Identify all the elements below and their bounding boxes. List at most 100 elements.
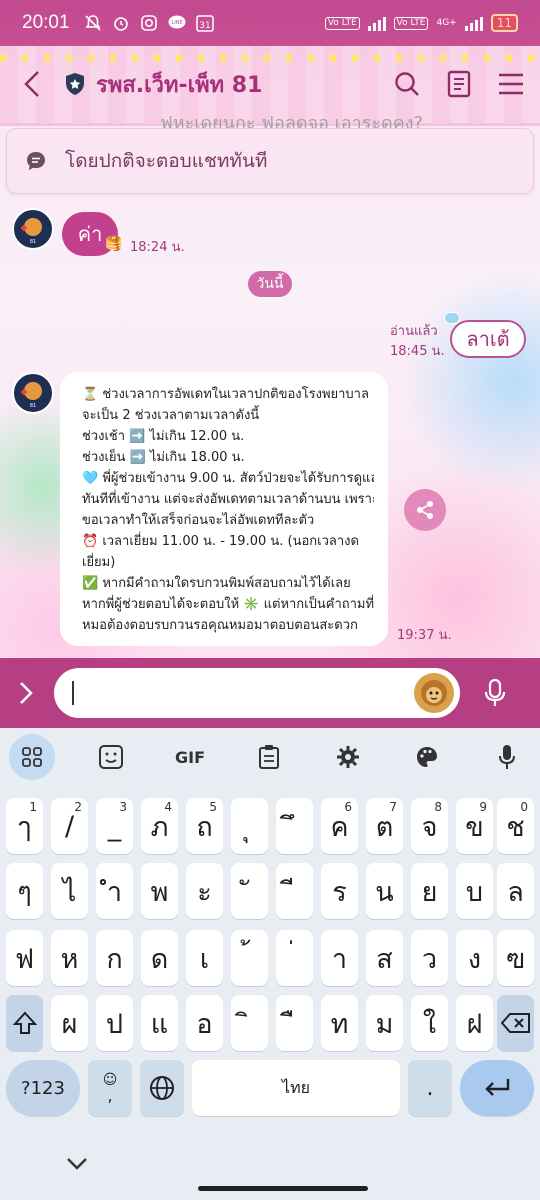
key[interactable]: ใ [411,995,448,1051]
key[interactable]: บ [456,863,493,919]
message-line: 🩵 พี่ผู้ช่วยเข้างาน 9.00 น. สัตว์ป่วยจะไ… [82,471,374,486]
key[interactable]: ้ [231,930,268,986]
expand-chevron-icon[interactable] [12,673,40,713]
key[interactable]: ั [231,863,268,919]
text-cursor [72,681,74,705]
key[interactable]: ถ5 [186,798,223,854]
key[interactable]: ฟ [6,930,43,986]
key[interactable]: ไ [51,863,88,919]
key[interactable]: ุ [231,798,268,854]
key[interactable]: ิ [231,995,268,1051]
key[interactable]: /2 [51,798,88,854]
battery-indicator: 11 [490,14,518,32]
menu-icon[interactable] [496,69,526,99]
macaron-sticker-icon [444,312,460,324]
message-line: ช่วงเย็น ➡️ ไม่เกิน 18.00 น. [82,450,245,465]
sticker-face-icon[interactable] [88,734,134,780]
key[interactable]: ผ [51,995,88,1051]
key[interactable]: ป [96,995,133,1051]
key[interactable]: ด [141,930,178,986]
key[interactable]: ค6 [321,798,358,854]
calendar-icon: 31 [194,13,216,33]
key[interactable]: อ [186,995,223,1051]
shift-key[interactable] [6,995,43,1051]
key[interactable]: ึ [276,798,313,854]
key[interactable]: ว [411,930,448,986]
svg-text:LINE: LINE [171,20,182,26]
emoji-comma-key[interactable]: ☺ , [88,1060,132,1116]
key[interactable]: ร [321,863,358,919]
voice-input-icon[interactable] [484,734,530,780]
instagram-icon [138,13,160,33]
key[interactable]: ก [96,930,133,986]
chat-bubble-icon [25,150,47,172]
hide-keyboard-chevron-icon[interactable] [62,1152,92,1176]
key[interactable]: ื [276,995,313,1051]
key[interactable]: ย [411,863,448,919]
message-bubble-incoming-long[interactable]: ⏳ ช่วงเวลาการอัพเดทในเวลาปกติของโรงพยาบา… [60,372,388,646]
svg-text:81: 81 [30,239,36,245]
backspace-key[interactable] [497,995,534,1051]
message-line: ✅ หากมีคำถามใดรบกวนพิมพ์สอบถามไว้ได้เลย [82,576,351,591]
key[interactable]: า [321,930,358,986]
message-line: ⏰ เวลาเยี่ยม 11.00 น. - 19.00 น. (นอกเวล… [82,534,359,549]
key[interactable]: ๆ [6,863,43,919]
numbers-key[interactable]: ?123 [6,1060,80,1116]
keyboard: GIF ๅ1 /2 _3 ภ4 ถ5 ุ ึ ค6 ต7 จ8 ข9 ช0 ๆ … [0,728,540,1200]
key[interactable]: ม [366,995,403,1051]
date-separator: วันนี้ [248,271,292,297]
key[interactable]: _ 3 [96,798,133,854]
shop-avatar[interactable]: 81 [12,208,54,250]
gif-button[interactable]: GIF [167,734,213,780]
key[interactable]: ส [366,930,403,986]
message-line: ⏳ ช่วงเวลาการอัพเดทในเวลาปกติของโรงพยาบา… [82,387,369,402]
chat-title[interactable]: รพส.เว็ท-เพ็ท 81 [96,67,262,102]
enter-key[interactable] [460,1060,534,1116]
key[interactable]: จ8 [411,798,448,854]
key[interactable]: ๅ1 [6,798,43,854]
key[interactable]: ล [497,863,534,919]
apps-grid-icon[interactable] [9,734,55,780]
key[interactable]: ช0 [497,798,534,854]
key[interactable]: ข9 [456,798,493,854]
key[interactable]: แ [141,995,178,1051]
shift-arrow-icon [12,1011,37,1034]
key[interactable]: ฝ [456,995,493,1051]
message-line: หากพี่ผู้ช่วยตอบได้จะตอบให้ ✳️ แต่หากเป็… [82,597,374,612]
shop-avatar[interactable]: 81 [12,372,54,414]
key[interactable]: เ [186,930,223,986]
key[interactable]: พ [141,863,178,919]
microphone-icon[interactable] [480,673,510,713]
language-key[interactable] [140,1060,184,1116]
key[interactable]: ำ [96,863,133,919]
key[interactable]: ต7 [366,798,403,854]
key[interactable]: ท [321,995,358,1051]
key[interactable]: ง [456,930,493,986]
key[interactable]: ่ [276,930,313,986]
share-icon[interactable] [404,489,446,531]
message-input-bar [0,658,540,728]
message-line: ทันทีที่เข้างาน แต่จะส่งอัพเดทตามเวลาด้า… [82,492,374,507]
key[interactable]: ภ4 [141,798,178,854]
home-indicator[interactable] [198,1186,368,1191]
settings-gear-icon[interactable] [325,734,371,780]
key[interactable]: ี [276,863,313,919]
palette-icon[interactable] [404,734,450,780]
notes-icon[interactable] [444,69,474,99]
message-bubble-outgoing[interactable]: ลาเต้ [450,320,526,358]
sticker-icon[interactable] [414,673,454,713]
period-key[interactable]: . [408,1060,452,1116]
back-arrow-icon[interactable] [14,66,50,102]
key[interactable]: น [366,863,403,919]
response-notice: โดยปกติจะตอบแชททันที [6,128,534,194]
signal-icon-2 [464,15,483,31]
signal-icon [367,15,386,31]
space-bar[interactable]: ไทย [192,1060,400,1116]
message-input[interactable] [54,668,460,718]
key[interactable]: ะ [186,863,223,919]
search-icon[interactable] [392,69,422,99]
key[interactable]: ฃ [497,930,534,986]
message-time: 18:45 น. [390,344,445,359]
clipboard-icon[interactable] [246,734,292,780]
key[interactable]: ห [51,930,88,986]
